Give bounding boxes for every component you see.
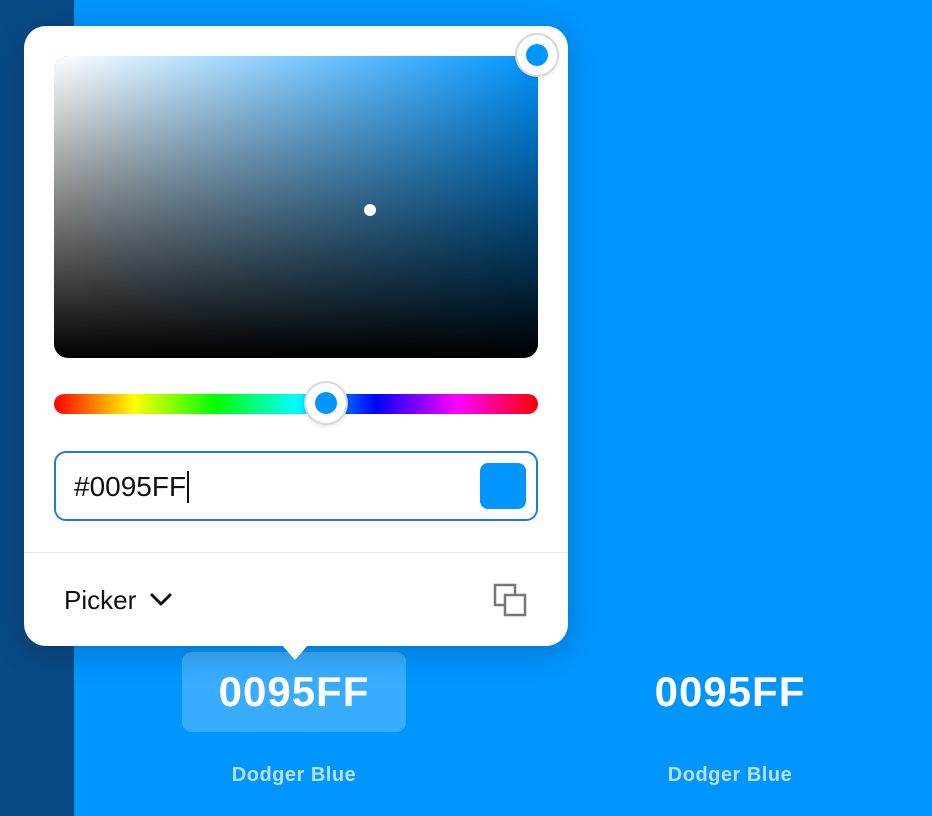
color-preview-chip [480,463,526,509]
saturation-value-area[interactable] [54,56,538,358]
chevron-down-icon[interactable] [150,593,172,607]
text-caret [187,471,190,503]
divider [24,552,568,553]
hex-input-value-row[interactable]: #0095FF [74,471,190,503]
swatch-hex-label[interactable]: 0095FF [618,652,842,732]
swatch-color-name: Dodger Blue [231,764,357,786]
swatch-color-name: Dodger Blue [667,764,793,786]
sv-value-layer [54,56,538,358]
hue-slider[interactable] [54,394,538,414]
hex-input-value[interactable]: #0095FF [74,471,186,503]
handle-color-fill [315,392,337,414]
mode-dropdown-label[interactable]: Picker [64,585,136,616]
swatch-selected[interactable]: 0095FF Dodger Blue [182,652,406,792]
swatch-hex-label[interactable]: 0095FF [182,652,406,732]
handle-color-fill [526,44,548,66]
popover-arrow [281,644,309,660]
copy-icon[interactable] [492,582,528,618]
sv-center-dot [364,204,376,216]
swatch[interactable]: 0095FF Dodger Blue [618,652,842,792]
mode-dropdown[interactable]: Picker [64,582,172,618]
color-picker-popover: #0095FF Picker [24,26,568,646]
hue-slider-handle[interactable] [306,383,346,423]
hex-input-field[interactable]: #0095FF [54,451,538,521]
saturation-value-handle[interactable] [517,35,557,75]
